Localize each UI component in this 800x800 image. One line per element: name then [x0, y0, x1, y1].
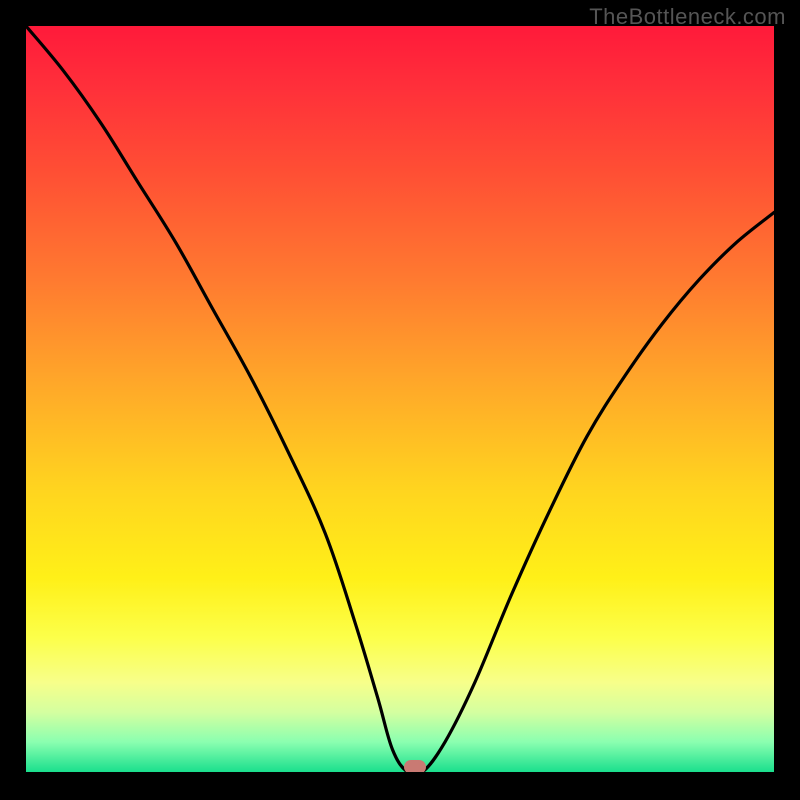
chart-frame: TheBottleneck.com	[0, 0, 800, 800]
plot-area	[26, 26, 774, 772]
optimal-point-marker	[404, 760, 426, 772]
watermark-text: TheBottleneck.com	[589, 4, 786, 30]
bottleneck-curve	[26, 26, 774, 772]
curve-svg	[26, 26, 774, 772]
